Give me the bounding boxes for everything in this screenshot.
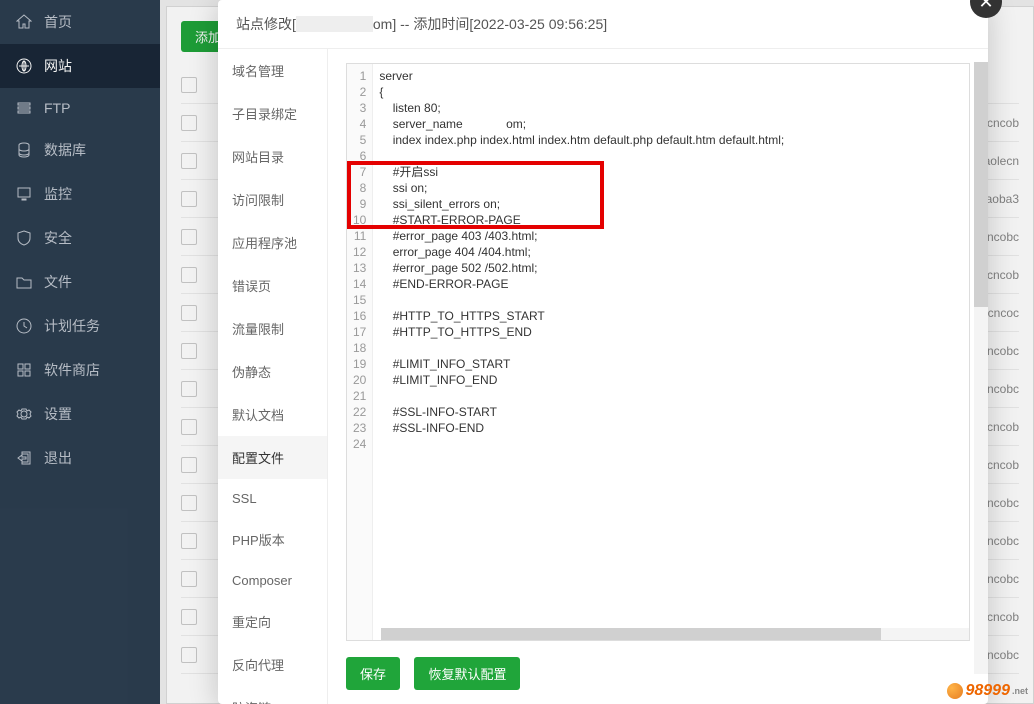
modal-nav-item[interactable]: 反向代理 — [218, 643, 327, 686]
modal-nav-item[interactable]: 应用程序池 — [218, 221, 327, 264]
modal-nav-item[interactable]: 伪静态 — [218, 350, 327, 393]
modal-nav-item[interactable]: PHP版本 — [218, 518, 327, 561]
modal-nav-item[interactable]: 默认文档 — [218, 393, 327, 436]
reset-button[interactable]: 恢复默认配置 — [414, 657, 520, 690]
modal-nav-item[interactable]: 域名管理 — [218, 49, 327, 92]
modal-nav-item[interactable]: Composer — [218, 561, 327, 600]
site-edit-modal: ✕ 站点修改[xxxxxxxxxxxom] -- 添加时间[2022-03-25… — [218, 0, 988, 704]
config-editor[interactable]: 123456789101112131415161718192021222324 … — [346, 63, 970, 641]
modal-nav-item[interactable]: 防盗链 — [218, 686, 327, 704]
redacted-domain: xxxxxxxxxxx — [296, 16, 373, 32]
modal-nav-item[interactable]: 配置文件 — [218, 436, 327, 479]
watermark-icon — [947, 683, 963, 699]
modal-nav-item[interactable]: 错误页 — [218, 264, 327, 307]
modal-nav-item[interactable]: 流量限制 — [218, 307, 327, 350]
vertical-scrollbar[interactable] — [974, 62, 988, 674]
modal-nav-item[interactable]: 网站目录 — [218, 135, 327, 178]
modal-nav-item[interactable]: 子目录绑定 — [218, 92, 327, 135]
modal-nav: 域名管理子目录绑定网站目录访问限制应用程序池错误页流量限制伪静态默认文档配置文件… — [218, 49, 328, 704]
save-button[interactable]: 保存 — [346, 657, 400, 690]
modal-nav-item[interactable]: 访问限制 — [218, 178, 327, 221]
line-gutter: 123456789101112131415161718192021222324 — [347, 64, 373, 640]
code-area[interactable]: server{ listen 80; server_name om; index… — [373, 64, 969, 640]
horizontal-scrollbar[interactable] — [381, 628, 969, 640]
modal-title: 站点修改[xxxxxxxxxxxom] -- 添加时间[2022-03-25 0… — [218, 0, 988, 49]
watermark: 98999.net — [947, 682, 1028, 700]
modal-nav-item[interactable]: 重定向 — [218, 600, 327, 643]
modal-nav-item[interactable]: SSL — [218, 479, 327, 518]
